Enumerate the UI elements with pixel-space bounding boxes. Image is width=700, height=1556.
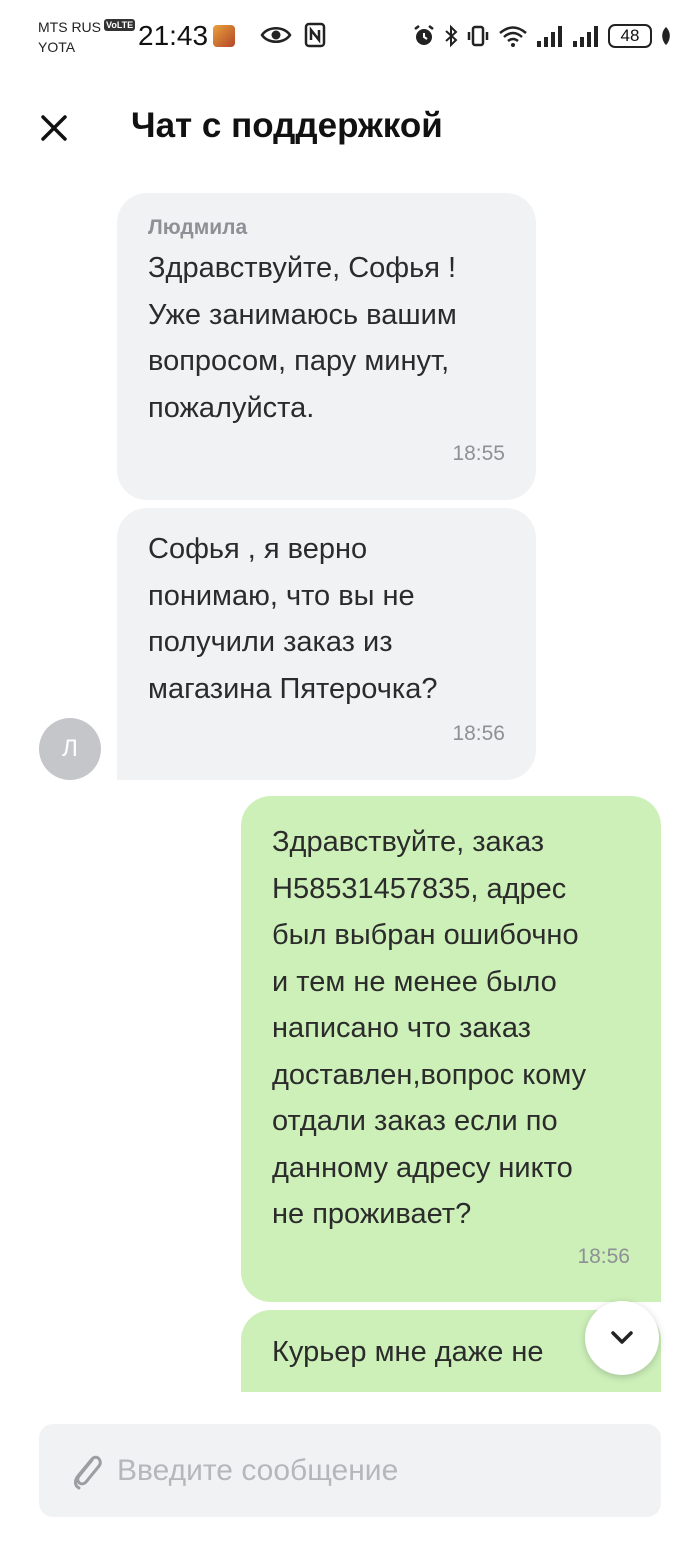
close-icon bbox=[41, 115, 67, 141]
chat-header: Чат с поддержкой bbox=[0, 90, 700, 164]
message-bubble-incoming[interactable]: Людмила Здравствуйте, Софья ! Уже занима… bbox=[117, 193, 536, 500]
avatar: Л bbox=[39, 718, 101, 780]
message-composer bbox=[39, 1424, 661, 1517]
message-time: 18:55 bbox=[452, 442, 505, 465]
bluetooth-icon bbox=[445, 24, 458, 48]
status-time: 21:43 bbox=[138, 20, 209, 51]
carrier-1: MTS RUS bbox=[38, 19, 101, 35]
message-text: Здравствуйте, Софья ! Уже занимаюсь ваши… bbox=[148, 252, 457, 424]
paperclip-icon[interactable] bbox=[69, 1450, 105, 1492]
message-list[interactable]: Людмила Здравствуйте, Софья ! Уже занима… bbox=[0, 180, 700, 1392]
status-bar: MTS RUS YOTA VoLTE 21:43 48 bbox=[0, 0, 700, 72]
message-bubble-incoming[interactable]: Софья , я верно понимаю, что вы не получ… bbox=[117, 508, 536, 780]
carrier-2: YOTA bbox=[38, 39, 76, 55]
leaf-icon bbox=[662, 27, 670, 45]
signal-icon-2 bbox=[573, 26, 598, 47]
signal-icon-1 bbox=[537, 26, 562, 47]
battery-indicator: 48 bbox=[608, 24, 652, 48]
status-right-icons: 48 bbox=[412, 20, 672, 52]
message-text: Софья , я верно понимаю, что вы не получ… bbox=[148, 533, 438, 705]
vibrate-icon bbox=[467, 25, 489, 47]
status-left-icons bbox=[260, 22, 326, 48]
message-bubble-outgoing[interactable]: Здравствуйте, заказ Н58531457835, адрес … bbox=[241, 796, 661, 1302]
message-sender: Людмила bbox=[148, 216, 248, 239]
carrier-labels: MTS RUS YOTA bbox=[38, 17, 101, 57]
message-text: Здравствуйте, заказ Н58531457835, адрес … bbox=[272, 826, 587, 1230]
eye-icon bbox=[260, 27, 292, 43]
chevron-down-icon bbox=[611, 1331, 633, 1344]
page-title: Чат с поддержкой bbox=[131, 106, 443, 145]
nfc-icon bbox=[304, 22, 326, 48]
message-time: 18:56 bbox=[452, 722, 505, 745]
alarm-icon bbox=[414, 25, 434, 45]
volte-badge: VoLTE bbox=[104, 19, 136, 31]
notification-app-icon bbox=[213, 25, 235, 47]
wifi-icon bbox=[499, 26, 527, 47]
message-text: Курьер мне даже не bbox=[272, 1336, 544, 1368]
close-button[interactable] bbox=[32, 106, 76, 150]
scroll-to-bottom-button[interactable] bbox=[585, 1301, 659, 1375]
message-time: 18:56 bbox=[577, 1245, 630, 1268]
message-input[interactable] bbox=[117, 1424, 637, 1517]
